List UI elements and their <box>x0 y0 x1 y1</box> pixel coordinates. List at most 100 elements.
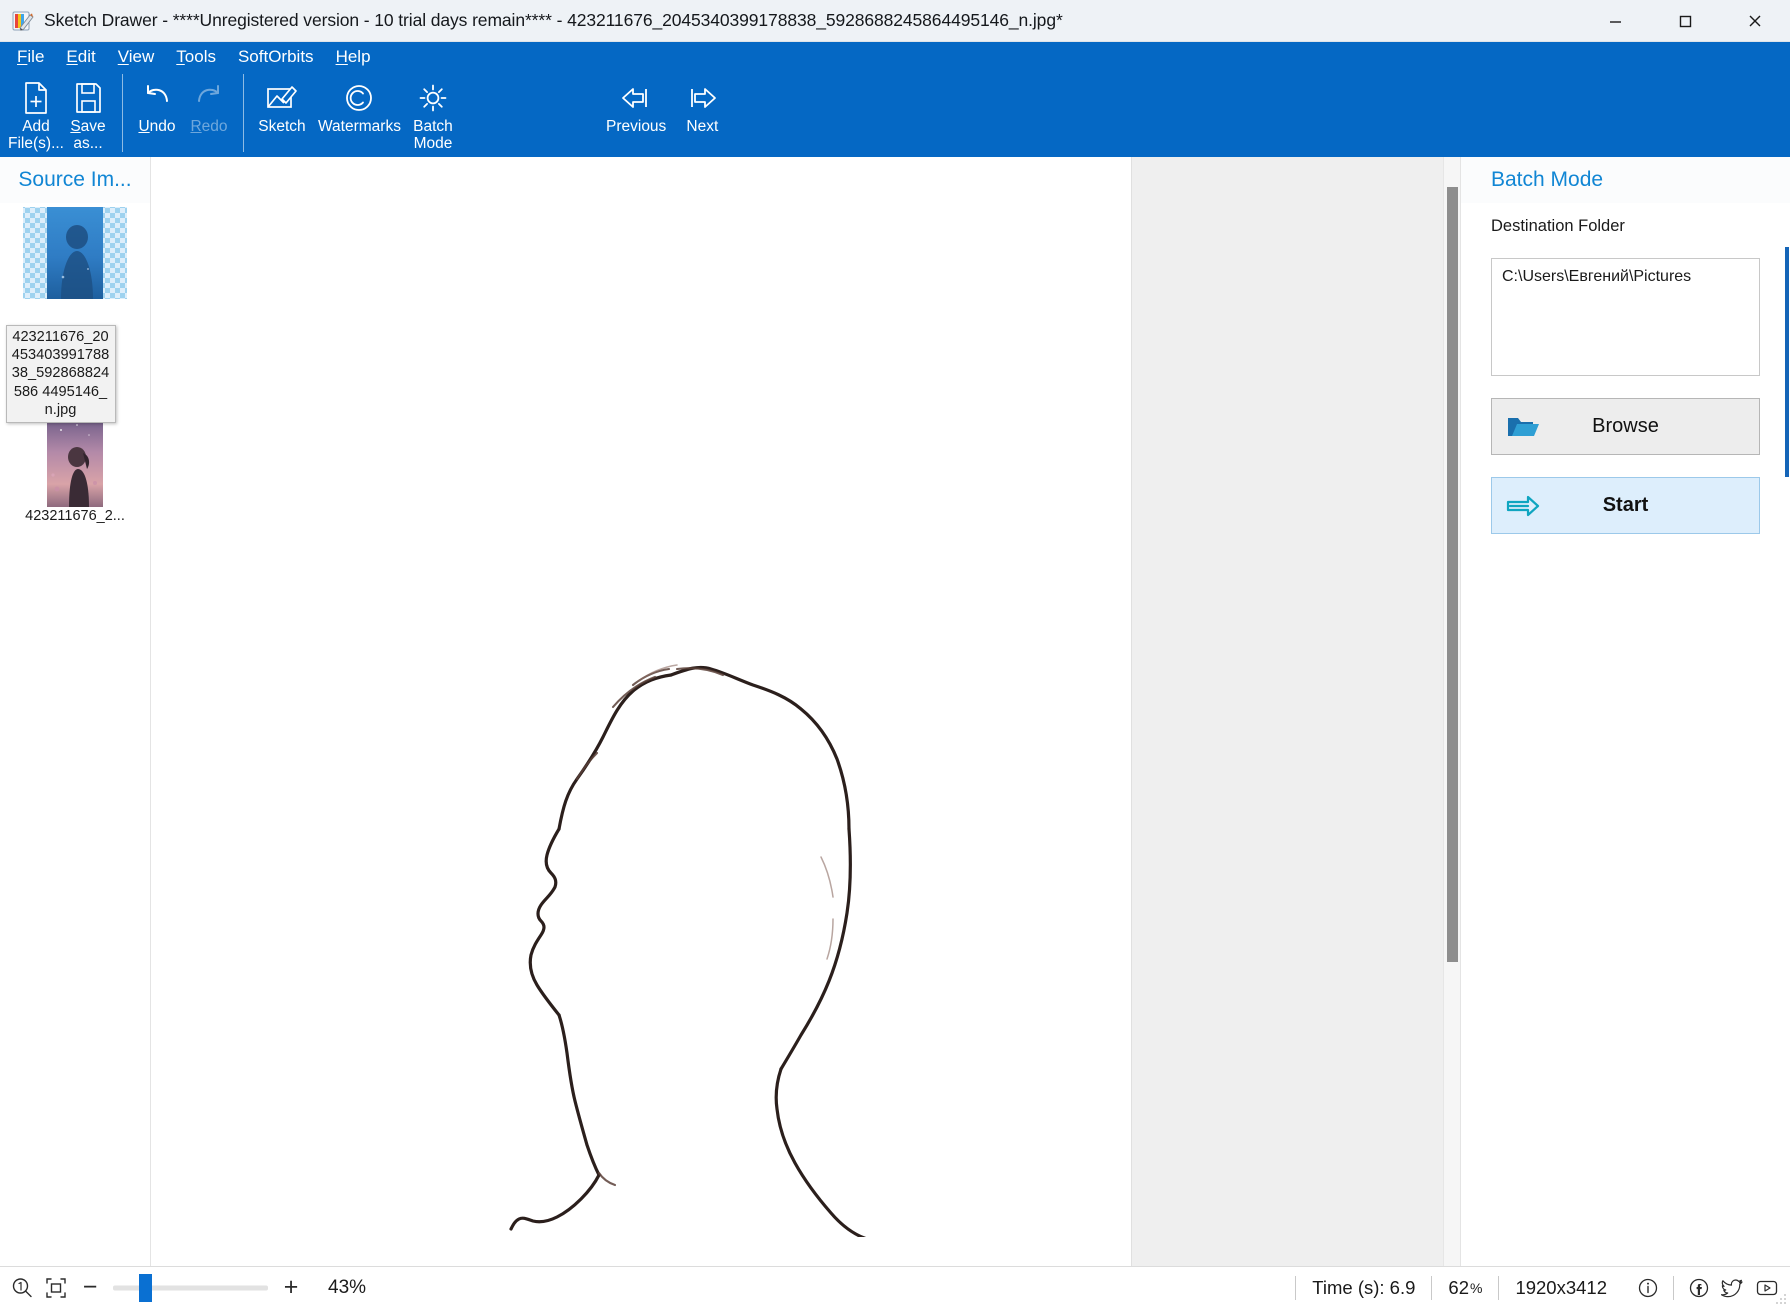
zoom-actual-size-icon[interactable] <box>5 1271 39 1305</box>
menu-view-label-rest: iew <box>128 47 155 66</box>
save-as-label-1: Save <box>70 118 106 135</box>
status-divider <box>1673 1276 1674 1300</box>
menu-bar: File Edit View Tools SoftOrbits Help <box>0 42 1790 72</box>
processing-time-label: Time (s): 6.9 <box>1295 1276 1431 1300</box>
sketch-drawer-app-icon <box>12 10 34 32</box>
zoom-percent-label: 43% <box>328 1276 367 1298</box>
window-title: Sketch Drawer - ****Unregistered version… <box>44 10 1063 30</box>
sketch-pencil-image-icon <box>265 78 299 118</box>
add-files-button[interactable]: Add File(s)... <box>8 72 64 152</box>
thumbnail-list: 423211676_2045340399178838_592868824586 … <box>0 203 150 1266</box>
twitter-icon[interactable] <box>1718 1273 1748 1303</box>
menu-tools-label-rest: ools <box>184 47 216 66</box>
progress-percent-label: 62% <box>1431 1276 1498 1300</box>
sketch-label: Sketch <box>258 118 306 135</box>
toolbar-buttons: Add File(s)... Save as... Undo Redo Sket… <box>0 72 1790 188</box>
sketch-button[interactable]: Sketch <box>252 72 312 135</box>
toolbar-separator-2 <box>243 74 244 152</box>
navigation-group: Previous Next <box>600 72 732 135</box>
thumbnail[interactable] <box>23 415 127 507</box>
thumbnail-selected[interactable] <box>23 207 127 299</box>
undo-arrow-icon <box>140 78 174 118</box>
menu-edit-label-rest: dit <box>77 47 96 66</box>
save-as-button[interactable]: Save as... <box>62 72 114 152</box>
undo-label: Undo <box>138 118 176 135</box>
image-canvas[interactable] <box>151 157 1460 1266</box>
window-controls <box>1580 0 1790 42</box>
info-icon[interactable] <box>1633 1273 1663 1303</box>
add-files-label-1: Add <box>22 118 50 135</box>
destination-folder-value: C:\Users\Евгений\Pictures <box>1502 268 1692 285</box>
arrow-right-thick-icon <box>1506 494 1540 518</box>
copyright-icon <box>342 78 376 118</box>
add-files-label-2: File(s)... <box>8 135 64 152</box>
batch-mode-button[interactable]: Batch Mode <box>407 72 459 152</box>
progress-percent-value: 62 <box>1448 1277 1469 1298</box>
arrow-left-icon <box>618 78 654 118</box>
folder-open-icon <box>1506 414 1540 440</box>
redo-arrow-icon <box>192 78 226 118</box>
close-button[interactable] <box>1720 0 1790 42</box>
menu-file[interactable]: File <box>17 47 44 67</box>
batch-mode-panel-title: Batch Mode <box>1461 157 1790 203</box>
pink-sky-portrait-photo <box>47 415 103 507</box>
image-dimensions-label: 1920x3412 <box>1498 1276 1623 1300</box>
progress-percent-sign: % <box>1469 1280 1483 1296</box>
status-bar: − + 43% Time (s): 6.9 62% 1920x3412 <box>0 1266 1790 1308</box>
scrollbar-thumb[interactable] <box>1447 187 1458 962</box>
zoom-in-button[interactable]: + <box>274 1271 308 1305</box>
menu-tools[interactable]: Tools <box>176 47 216 67</box>
add-file-icon <box>21 78 51 118</box>
batch-mode-panel: Batch Mode Destination Folder C:\Users\Е… <box>1460 157 1790 1266</box>
status-bar-social-icons <box>1623 1273 1782 1303</box>
canvas-background <box>1131 157 1460 1266</box>
list-item[interactable]: 423211676_2... <box>0 415 150 525</box>
maximize-button[interactable] <box>1650 0 1720 42</box>
save-as-label-2: as... <box>73 135 103 152</box>
toolbar-separator-1 <box>122 74 123 152</box>
browse-button[interactable]: Browse <box>1491 398 1760 455</box>
batch-mode-label-1: Batch <box>413 118 453 135</box>
zoom-slider-thumb[interactable] <box>139 1273 152 1302</box>
title-bar: Sketch Drawer - ****Unregistered version… <box>0 0 1790 42</box>
facebook-icon[interactable] <box>1684 1273 1714 1303</box>
menu-help-label-rest: elp <box>347 47 371 66</box>
undo-button[interactable]: Undo <box>131 72 183 135</box>
application-window: Sketch Drawer - ****Unregistered version… <box>0 0 1790 1308</box>
list-item-label: 423211676_2... <box>25 508 125 524</box>
watermarks-button[interactable]: Watermarks <box>312 72 407 135</box>
zoom-slider[interactable] <box>113 1271 268 1305</box>
main-body: Source Im... 423211676_2045340399178838_… <box>0 157 1790 1266</box>
panel-scrollbar-thumb[interactable] <box>1785 247 1789 477</box>
list-item[interactable]: 423211676_2045340399178838_592868824586 … <box>0 207 150 424</box>
panel-scrollbar[interactable] <box>1784 157 1790 1266</box>
minimize-button[interactable] <box>1580 0 1650 42</box>
next-button[interactable]: Next <box>672 72 732 135</box>
redo-button: Redo <box>183 72 235 135</box>
menu-view[interactable]: View <box>118 47 155 67</box>
previous-button[interactable]: Previous <box>600 72 672 135</box>
watermarks-label: Watermarks <box>318 118 401 135</box>
previous-label: Previous <box>606 118 667 135</box>
menu-file-label-rest: ile <box>27 47 45 66</box>
menu-edit[interactable]: Edit <box>66 47 95 67</box>
batch-mode-label-2: Mode <box>413 135 453 152</box>
destination-folder-label: Destination Folder <box>1491 217 1625 235</box>
source-images-panel: Source Im... 423211676_2045340399178838_… <box>0 157 151 1266</box>
start-button[interactable]: Start <box>1491 477 1760 534</box>
arrow-right-icon <box>684 78 720 118</box>
menu-softorbits[interactable]: SoftOrbits <box>238 47 314 67</box>
gear-icon <box>416 78 450 118</box>
canvas-page <box>151 157 1131 1266</box>
redo-label: Redo <box>190 118 228 135</box>
canvas-vertical-scrollbar[interactable] <box>1443 157 1460 1266</box>
destination-folder-field[interactable]: C:\Users\Евгений\Pictures <box>1491 258 1760 376</box>
menu-help[interactable]: Help <box>336 47 371 67</box>
next-label: Next <box>686 118 719 135</box>
status-bar-right: Time (s): 6.9 62% 1920x3412 <box>1295 1267 1782 1308</box>
fit-to-window-icon[interactable] <box>39 1271 73 1305</box>
source-images-title: Source Im... <box>0 157 150 203</box>
resize-grip[interactable] <box>1775 1293 1787 1305</box>
blue-silhouette-photo <box>47 207 103 299</box>
zoom-out-button[interactable]: − <box>73 1271 107 1305</box>
